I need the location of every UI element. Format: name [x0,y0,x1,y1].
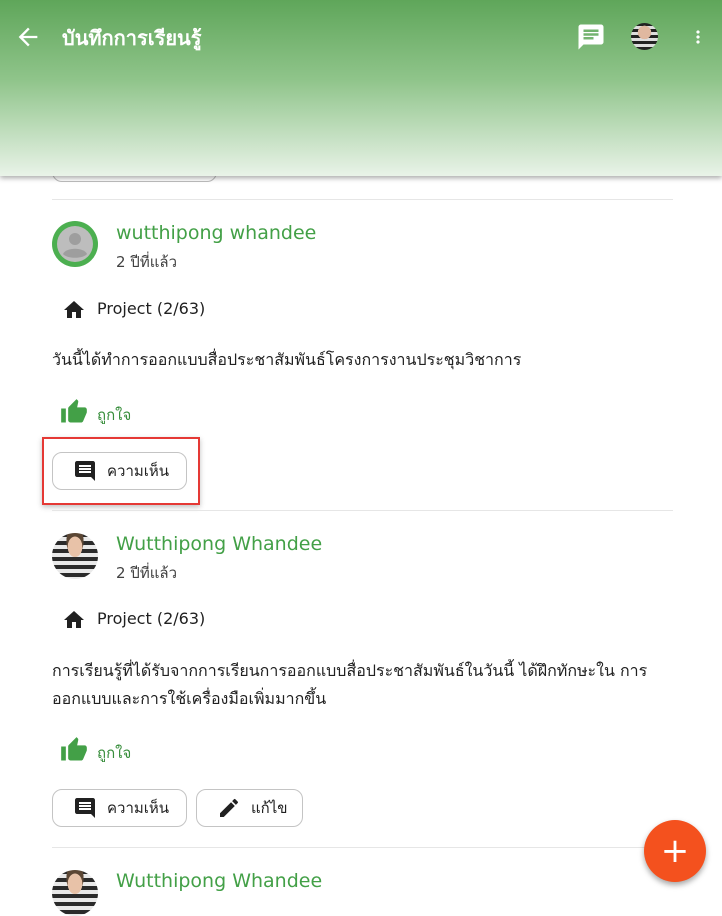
comment-button-label: ความเห็น [107,799,170,817]
avatar[interactable] [52,533,98,579]
thumb-up-icon[interactable] [60,736,88,764]
avatar[interactable] [52,221,98,267]
account-icon [57,226,93,262]
comment-icon [75,798,95,818]
project-label: Project (2/63) [97,299,206,318]
post-time: 2 ปีที่แล้ว [116,253,178,271]
page-title: บันทึกการเรียนรู้ [62,26,202,50]
edit-button[interactable]: แก้ไข [196,789,303,827]
author-name[interactable]: Wutthipong Whandee [116,533,322,555]
add-icon: + [660,831,690,871]
edit-button-label: แก้ไข [251,799,288,817]
like-button[interactable]: ถูกใจ [97,741,131,765]
highlight-box [42,437,200,505]
home-icon [64,301,84,318]
author-name[interactable]: Wutthipong Whandee [116,870,322,892]
divider [52,510,673,511]
add-fab-button[interactable]: + [644,820,706,882]
more-vert-icon[interactable] [688,24,708,50]
post-body: การเรียนรู้ที่ได้รับจากการเรียนการออกแบบ… [52,661,648,708]
divider [52,847,673,848]
post-body: วันนี้ได้ทำการออกแบบสื่อประชาสัมพันธ์โคร… [52,350,522,369]
avatar[interactable] [52,870,98,916]
thumb-up-icon[interactable] [60,398,88,426]
post-time: 2 ปีที่แล้ว [116,564,178,582]
like-button[interactable]: ถูกใจ [97,403,131,427]
app-bar: บันทึกการเรียนรู้ [0,0,722,176]
chat-icon[interactable] [576,22,606,52]
arrow-back-icon[interactable] [14,23,42,51]
project-label: Project (2/63) [97,609,206,628]
edit-icon [220,798,239,817]
author-name[interactable]: wutthipong whandee [116,222,316,244]
divider [52,199,673,200]
user-avatar[interactable] [631,23,658,50]
comment-button[interactable]: ความเห็น [52,789,187,827]
home-icon [64,611,84,628]
